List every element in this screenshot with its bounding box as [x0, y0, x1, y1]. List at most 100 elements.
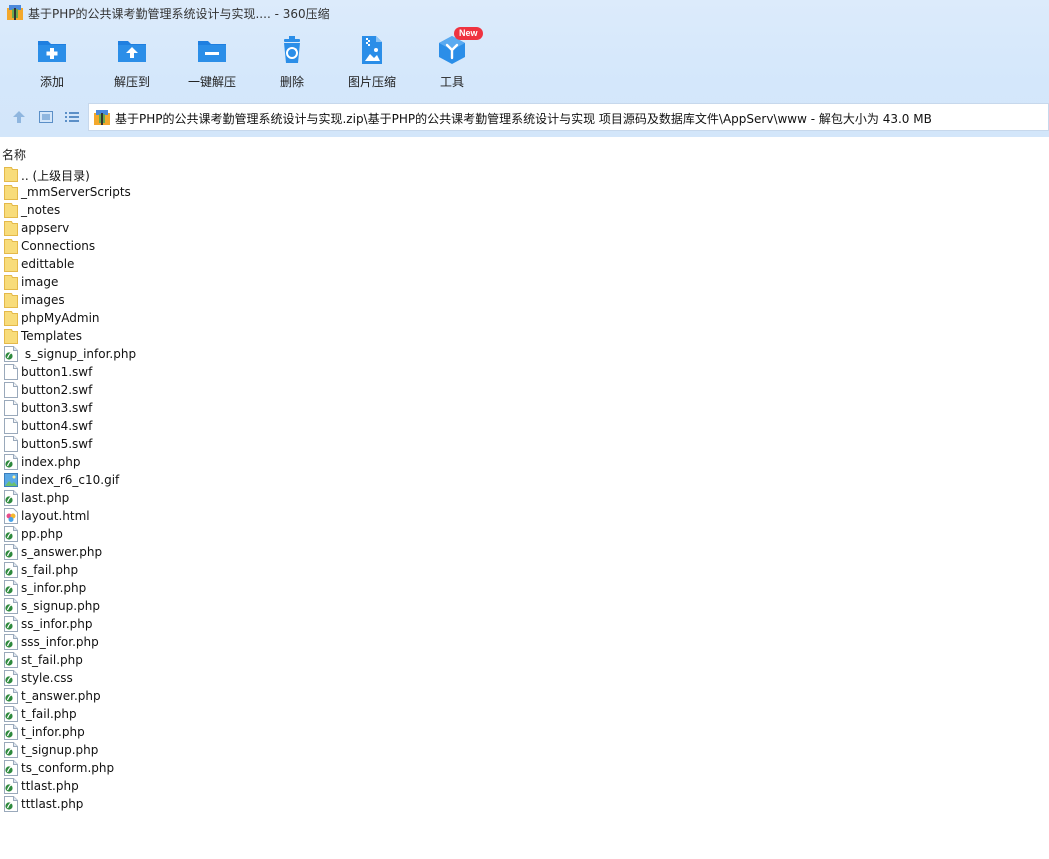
thumbnail-view-icon[interactable] — [38, 109, 54, 125]
file-list-item[interactable]: button5.swf — [0, 435, 1049, 453]
file-list-item[interactable]: _notes — [0, 201, 1049, 219]
file-list-item[interactable]: ttlast.php — [0, 777, 1049, 795]
tools-button[interactable]: 工具 — [414, 34, 490, 92]
recycle-bin-icon — [284, 36, 300, 63]
file-name: Connections — [21, 239, 96, 253]
extract-to-button[interactable]: 解压到 — [94, 34, 170, 92]
file-list-item[interactable]: edittable — [0, 255, 1049, 273]
file-name: index_r6_c10.gif — [21, 473, 120, 487]
file-list-item[interactable]: s_signup_infor.php — [0, 345, 1049, 363]
file-list-item[interactable]: button3.swf — [0, 399, 1049, 417]
file-list[interactable]: 名称 .. (上级目录) _mmServerScripts _notes appser… — [0, 140, 1049, 859]
add-label: 添加 — [39, 75, 64, 89]
one-click-extract-icon — [198, 41, 226, 62]
file-list-item[interactable]: _mmServerScripts — [0, 183, 1049, 201]
file-list-item[interactable]: pp.php — [0, 525, 1049, 543]
folder-icon — [4, 256, 18, 272]
html-file-icon — [4, 508, 18, 524]
php-file-icon — [4, 346, 18, 362]
file-name: t_infor.php — [21, 725, 85, 739]
php-file-icon — [4, 760, 18, 776]
extract-to-label: 解压到 — [113, 75, 150, 89]
file-name: button3.swf — [21, 401, 93, 415]
folder-icon — [4, 274, 18, 290]
file-name: last.php — [21, 491, 70, 505]
file-list-item[interactable]: button4.swf — [0, 417, 1049, 435]
php-file-icon — [4, 724, 18, 740]
file-name: pp.php — [21, 527, 63, 541]
file-list-item[interactable]: button2.swf — [0, 381, 1049, 399]
file-name: appserv — [21, 221, 70, 235]
file-list-item[interactable]: Templates — [0, 327, 1049, 345]
folder-icon — [4, 292, 18, 308]
file-list-item[interactable]: style.css — [0, 669, 1049, 687]
file-icon — [4, 436, 18, 452]
add-folder-icon — [38, 41, 66, 62]
window-chrome: 基于PHP的公共课考勤管理系统设计与实现.... - 360压缩 添加 解压到 … — [0, 0, 1049, 137]
delete-label: 删除 — [279, 75, 304, 89]
file-list-item[interactable]: tttlast.php — [0, 795, 1049, 813]
file-name: s_infor.php — [21, 581, 87, 595]
file-name: s_signup.php — [21, 599, 100, 613]
file-list-item[interactable]: button1.swf — [0, 363, 1049, 381]
php-file-icon — [4, 544, 18, 560]
php-file-icon — [4, 562, 18, 578]
file-list-item[interactable]: Connections — [0, 237, 1049, 255]
file-name: t_answer.php — [21, 689, 101, 703]
file-list-item[interactable]: sss_infor.php — [0, 633, 1049, 651]
address-bar[interactable]: 基于PHP的公共课考勤管理系统设计与实现.zip\基于PHP的公共课考勤管理系统… — [88, 103, 1049, 131]
file-name: button5.swf — [21, 437, 93, 451]
file-name: layout.html — [21, 509, 90, 523]
file-list-item[interactable]: t_signup.php — [0, 741, 1049, 759]
file-list-item[interactable]: index.php — [0, 453, 1049, 471]
file-list-item[interactable]: .. (上级目录) — [0, 165, 1049, 183]
folder-icon — [4, 238, 18, 254]
image-compress-label: 图片压缩 — [347, 75, 396, 89]
file-name: t_fail.php — [21, 707, 77, 721]
file-name: st_fail.php — [21, 653, 83, 667]
php-file-icon — [4, 580, 18, 596]
folder-icon — [4, 220, 18, 236]
up-arrow-icon[interactable] — [11, 109, 27, 125]
php-file-icon — [4, 652, 18, 668]
file-list-item[interactable]: s_answer.php — [0, 543, 1049, 561]
folder-icon — [4, 166, 18, 182]
list-view-icon[interactable] — [64, 109, 80, 125]
file-list-item[interactable]: last.php — [0, 489, 1049, 507]
file-name: button1.swf — [21, 365, 93, 379]
file-name: button2.swf — [21, 383, 93, 397]
file-name: phpMyAdmin — [21, 311, 100, 325]
php-file-icon — [4, 796, 18, 812]
file-list-item[interactable]: images — [0, 291, 1049, 309]
php-file-icon — [4, 634, 18, 650]
php-file-icon — [4, 670, 18, 686]
file-list-item[interactable]: index_r6_c10.gif — [0, 471, 1049, 489]
folder-icon — [4, 184, 18, 200]
tools-label: 工具 — [439, 75, 464, 89]
file-name: style.css — [21, 671, 73, 685]
php-file-icon — [4, 616, 18, 632]
php-file-icon — [4, 706, 18, 722]
one-click-extract-button[interactable]: 一键解压 — [174, 34, 250, 92]
delete-button[interactable]: 删除 — [254, 34, 330, 92]
file-list-item[interactable]: t_answer.php — [0, 687, 1049, 705]
file-icon — [4, 382, 18, 398]
file-name: ttlast.php — [21, 779, 79, 793]
file-list-item[interactable]: t_infor.php — [0, 723, 1049, 741]
php-file-icon — [4, 454, 18, 470]
file-list-item[interactable]: s_infor.php — [0, 579, 1049, 597]
file-list-item[interactable]: image — [0, 273, 1049, 291]
file-list-item[interactable]: st_fail.php — [0, 651, 1049, 669]
image-compress-button[interactable]: 图片压缩 — [334, 34, 410, 92]
file-list-item[interactable]: t_fail.php — [0, 705, 1049, 723]
file-name: s_answer.php — [21, 545, 103, 559]
file-list-item[interactable]: ts_conform.php — [0, 759, 1049, 777]
add-button[interactable]: 添加 — [14, 34, 90, 92]
file-list-item[interactable]: s_signup.php — [0, 597, 1049, 615]
file-list-item[interactable]: appserv — [0, 219, 1049, 237]
folder-icon — [4, 328, 18, 344]
file-list-item[interactable]: layout.html — [0, 507, 1049, 525]
file-list-item[interactable]: phpMyAdmin — [0, 309, 1049, 327]
file-list-item[interactable]: ss_infor.php — [0, 615, 1049, 633]
file-list-item[interactable]: s_fail.php — [0, 561, 1049, 579]
